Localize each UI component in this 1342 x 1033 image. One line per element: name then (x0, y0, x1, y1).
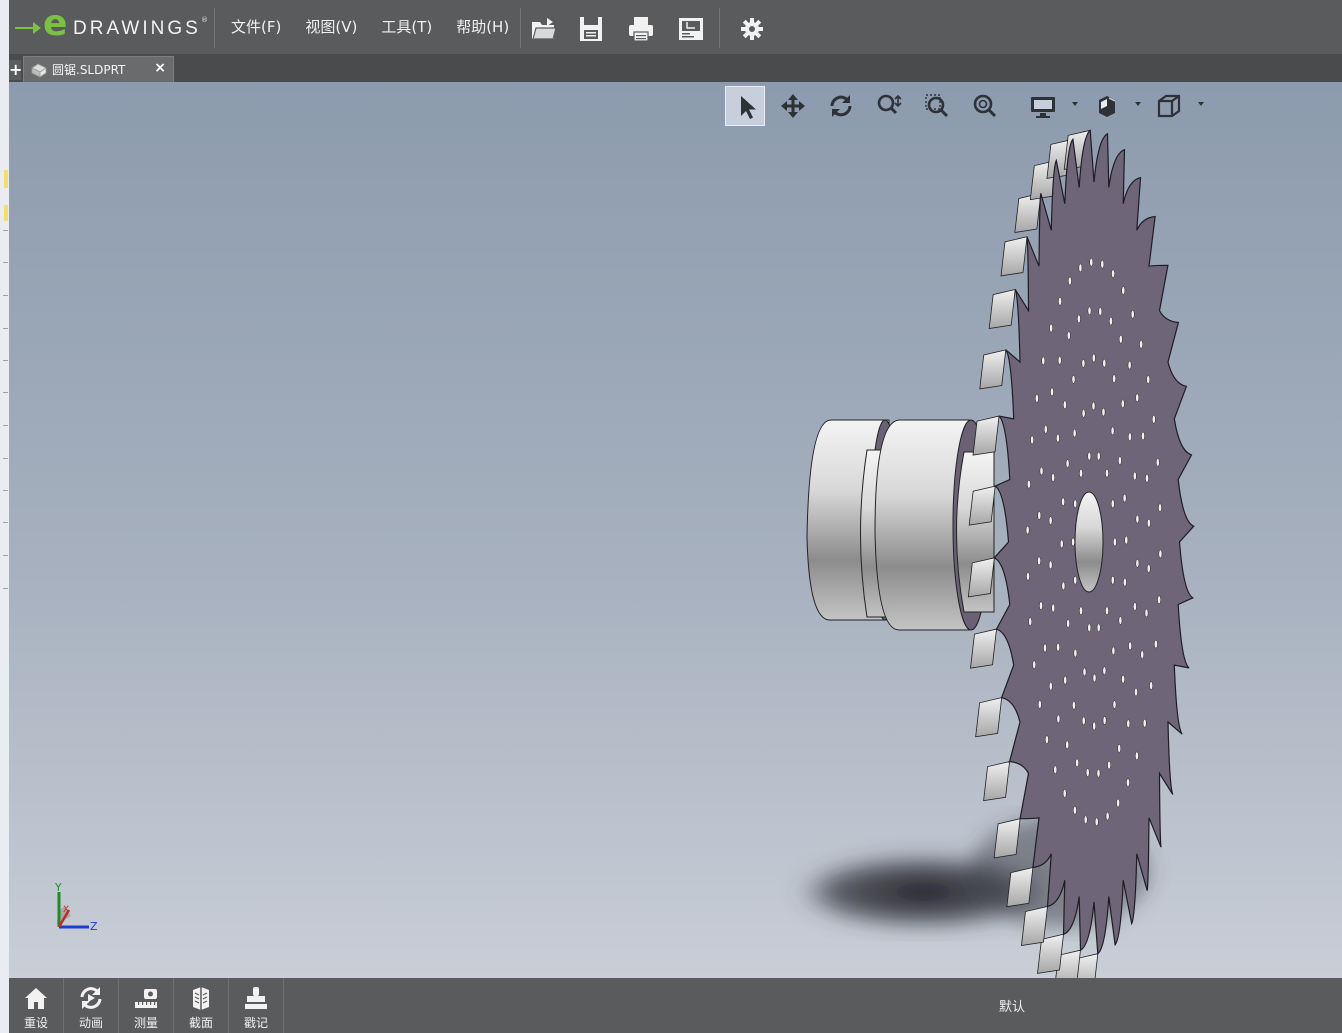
measure-label: 测量 (133, 1016, 158, 1030)
markup-sheet-icon[interactable] (676, 14, 706, 44)
zoom-to-fit-icon[interactable] (965, 86, 1005, 126)
coordinate-triad: Y X Z (54, 882, 98, 933)
rotate-icon[interactable] (821, 86, 861, 126)
open-folder-icon[interactable] (529, 14, 559, 44)
settings-gear-icon[interactable] (737, 14, 767, 44)
logo-e: e (43, 3, 68, 44)
main-toolbar: e DRAWINGS ® 文件(F) 视图(V) 工具(T) 帮助(H) (9, 0, 1342, 55)
zoom-to-area-icon[interactable] (917, 86, 957, 126)
menu-help[interactable]: 帮助(H) (444, 0, 521, 54)
triad-x-label: X (63, 905, 69, 915)
section-label: 截面 (188, 1016, 213, 1030)
display-style-dropdown-icon[interactable] (1072, 102, 1078, 106)
logo-text: DRAWINGS (73, 18, 201, 39)
measure-button[interactable]: 测量 (119, 978, 174, 1033)
close-tab-icon[interactable]: × (154, 60, 166, 76)
reset-label: 重设 (23, 1016, 48, 1030)
view-orientation-dropdown-icon[interactable] (1135, 102, 1141, 106)
menu-tools[interactable]: 工具(T) (369, 0, 444, 54)
strip-highlight (4, 205, 8, 221)
pan-icon[interactable] (773, 86, 813, 126)
home-icon (25, 988, 47, 1009)
edrawings-window: e DRAWINGS ® 文件(F) 视图(V) 工具(T) 帮助(H) + 圆… (9, 0, 1342, 1033)
menu-file[interactable]: 文件(F) (219, 0, 293, 54)
zoom-in-out-icon[interactable] (869, 86, 909, 126)
hub-shaft (806, 419, 995, 631)
animate-label: 动画 (78, 1016, 103, 1030)
display-style-icon[interactable] (1023, 86, 1063, 126)
measure-icon (135, 989, 157, 1008)
animate-button[interactable]: 动画 (64, 978, 119, 1033)
part-file-icon (31, 63, 47, 78)
saw-blade-model[interactable] (9, 82, 1342, 978)
print-icon[interactable] (626, 14, 656, 44)
menu-view[interactable]: 视图(V) (293, 0, 369, 54)
save-icon[interactable] (576, 14, 606, 44)
logo-registered: ® (201, 16, 208, 24)
triad-y-label: Y (54, 882, 62, 894)
document-tab-title: 圆锯.SLDPRT (52, 63, 126, 77)
strip-highlight (4, 170, 8, 188)
triad-z-label: Z (90, 920, 98, 933)
stamp-button[interactable]: 戳记 (229, 978, 284, 1033)
3d-viewport[interactable]: Y X Z (9, 82, 1342, 978)
stamp-label: 戳记 (243, 1016, 268, 1030)
bottom-toolbar: 重设 动画 测量 截面 戳记 默认 (9, 978, 1342, 1033)
menu-bar: 文件(F) 视图(V) 工具(T) 帮助(H) (219, 0, 521, 54)
standard-views-icon[interactable] (1149, 86, 1189, 126)
view-orientation-icon[interactable] (1087, 86, 1127, 126)
edrawings-logo: e DRAWINGS ® (15, 4, 215, 44)
stamp-icon (245, 987, 267, 1009)
document-tab-bar: + 圆锯.SLDPRT × (9, 54, 1342, 83)
document-tab[interactable]: 圆锯.SLDPRT × (23, 56, 174, 83)
section-icon (193, 987, 209, 1010)
reset-button[interactable]: 重设 (9, 978, 64, 1033)
standard-views-dropdown-icon[interactable] (1198, 102, 1204, 106)
select-arrow-icon[interactable] (725, 86, 765, 126)
arbor-hole (1074, 491, 1104, 593)
configuration-label[interactable]: 默认 (999, 996, 1025, 1015)
animate-icon (80, 987, 102, 1009)
section-button[interactable]: 截面 (174, 978, 229, 1033)
new-tab-button[interactable]: + (9, 60, 22, 80)
